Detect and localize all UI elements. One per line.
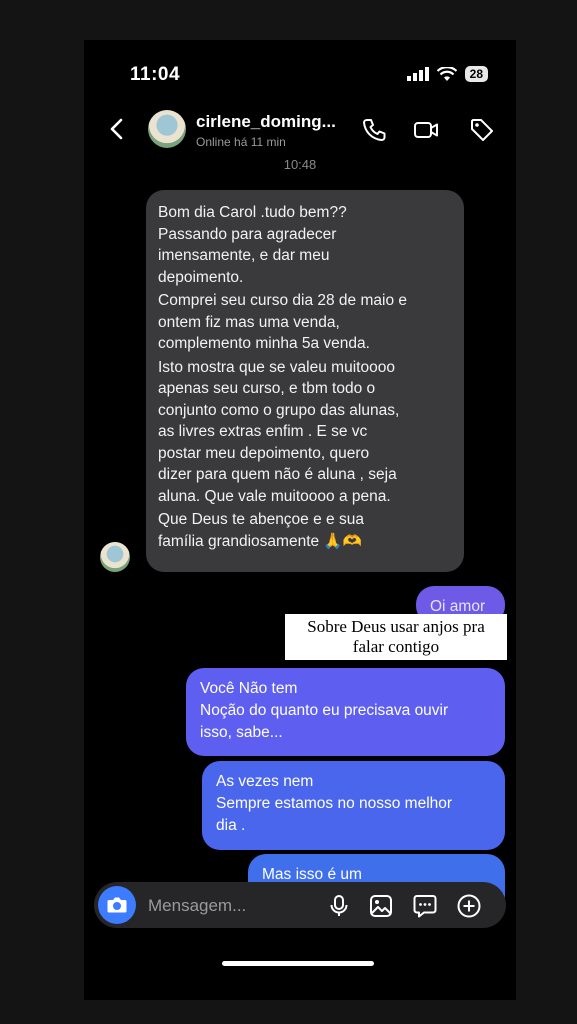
microphone-icon[interactable]: [326, 893, 352, 919]
contact-name[interactable]: cirlene_doming...: [196, 112, 336, 132]
message-input[interactable]: [146, 882, 330, 930]
sender-avatar[interactable]: [100, 542, 130, 572]
sticker-chat-icon[interactable]: [412, 893, 438, 919]
contact-presence: Online há 11 min: [196, 135, 286, 149]
message-text: Você Não tem Noção do quanto eu precisav…: [200, 680, 449, 741]
signal-icon: [406, 67, 429, 81]
home-indicator[interactable]: [222, 961, 374, 966]
message-text: As vezes nem Sempre estamos no nosso mel…: [216, 773, 453, 834]
back-arrow-icon[interactable]: [104, 116, 130, 142]
chat-header: cirlene_doming... Online há 11 min: [84, 102, 516, 156]
video-camera-icon[interactable]: [412, 116, 440, 144]
message-paragraph: Que Deus te abençoe e e sua família gran…: [158, 511, 364, 550]
status-icons: 28: [406, 66, 488, 82]
time-divider: 10:48: [283, 157, 317, 172]
battery-level: 28: [464, 66, 488, 82]
message-paragraph: Isto mostra que se valeu muitoooo apenas…: [158, 358, 400, 505]
outgoing-message[interactable]: As vezes nem Sempre estamos no nosso mel…: [202, 761, 505, 850]
status-time: 11:04: [130, 64, 181, 85]
camera-icon: [107, 897, 127, 913]
message-composer: [94, 882, 506, 930]
gallery-icon[interactable]: [368, 893, 394, 919]
outgoing-message[interactable]: Você Não tem Noção do quanto eu precisav…: [186, 668, 505, 756]
camera-button[interactable]: [98, 886, 136, 924]
plus-icon[interactable]: [456, 893, 482, 919]
dm-screen: 11:04 28 cirlene_doming... Online há 11 …: [84, 40, 516, 1000]
wifi-icon: [436, 66, 457, 81]
story-caption: Sobre Deus usar anjos pra falar contigo: [285, 614, 507, 660]
phone-icon[interactable]: [360, 116, 388, 144]
message-paragraph: Comprei seu curso dia 28 de maio e ontem…: [158, 292, 407, 352]
contact-avatar[interactable]: [148, 110, 186, 148]
message-paragraph: Bom dia Carol .tudo bem?? Passando para …: [158, 204, 347, 286]
tag-icon[interactable]: [468, 116, 496, 144]
incoming-message[interactable]: Bom dia Carol .tudo bem?? Passando para …: [146, 190, 464, 572]
